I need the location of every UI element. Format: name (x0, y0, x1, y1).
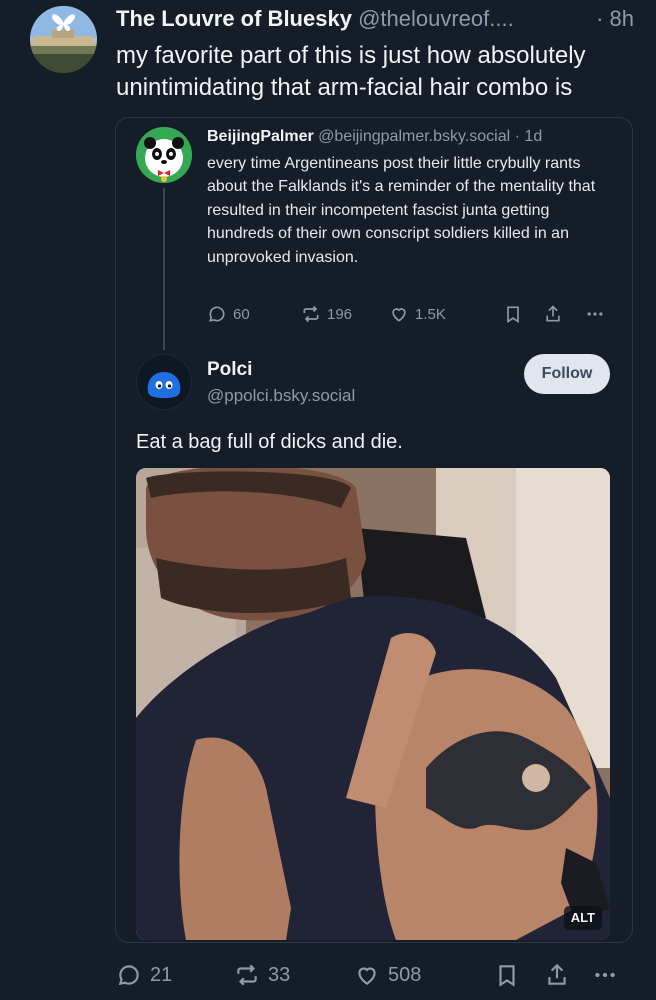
post-actions: 21 33 508 (116, 960, 636, 990)
thread-connector-line (163, 188, 165, 350)
quote-reply-count: 60 (233, 305, 250, 323)
reply-author-name[interactable]: Polci (207, 358, 252, 382)
like-icon (358, 967, 376, 985)
reply-text: Eat a bag full of dicks and die. (136, 431, 403, 453)
reply-author-handle[interactable]: @ppolci.bsky.social (207, 384, 355, 408)
repost-count: 33 (268, 963, 291, 986)
bookmark-button[interactable] (494, 960, 520, 990)
reply-author-avatar[interactable] (136, 354, 192, 410)
post: The Louvre of Bluesky @thelouvreof.... ·… (0, 0, 656, 1000)
follow-button[interactable]: Follow (524, 354, 610, 394)
quote-reply-button[interactable]: 60 (207, 301, 250, 327)
like-icon (392, 308, 406, 322)
share-icon (546, 305, 560, 322)
quote-bookmark-button[interactable] (503, 301, 523, 327)
panda-avatar-image (136, 127, 192, 183)
quote-author-handle[interactable]: @beijingpalmer.bsky.social (318, 128, 510, 145)
blob-avatar-image (147, 372, 181, 398)
like-count: 508 (388, 963, 422, 986)
post-time[interactable]: · 8h (596, 4, 634, 34)
post-header: The Louvre of Bluesky @thelouvreof.... (116, 4, 636, 34)
repost-icon (303, 305, 319, 323)
post-text: my favorite part of this is just how abs… (116, 42, 586, 101)
author-name[interactable]: The Louvre of Bluesky (116, 6, 352, 31)
quote-actions: 60 196 1.5K (207, 301, 617, 327)
photo-image (136, 468, 610, 940)
reply-icon (118, 965, 139, 986)
reply-count: 21 (150, 963, 173, 986)
quoted-thread[interactable]: BeijingPalmer @beijingpalmer.bsky.social… (115, 117, 633, 943)
repost-button[interactable]: 33 (234, 960, 290, 990)
quote-header: BeijingPalmer @beijingpalmer.bsky.social… (207, 126, 542, 148)
more-icon (587, 312, 603, 316)
reply-button[interactable]: 21 (116, 960, 172, 990)
quote-like-button[interactable]: 1.5K (389, 301, 446, 327)
share-icon (548, 963, 566, 985)
bookmark-icon (507, 306, 519, 324)
quote-repost-count: 196 (327, 305, 353, 323)
quote-like-count: 1.5K (415, 305, 446, 323)
author-handle[interactable]: @thelouvreof.... (358, 6, 514, 31)
like-button[interactable]: 508 (354, 960, 421, 990)
reply-icon (209, 306, 225, 322)
quote-share-button[interactable] (543, 301, 563, 327)
repost-icon (237, 964, 257, 986)
more-options-button[interactable] (592, 960, 618, 990)
quote-text: every time Argentineans post their littl… (207, 155, 596, 266)
quote-author-avatar[interactable] (136, 127, 192, 183)
bookmark-icon (499, 965, 515, 987)
share-button[interactable] (544, 960, 570, 990)
attached-photo[interactable]: ALT (136, 468, 610, 940)
author-avatar[interactable] (30, 6, 97, 73)
quote-author-name[interactable]: BeijingPalmer (207, 128, 314, 145)
quote-more-button[interactable] (585, 301, 605, 327)
alt-text-badge[interactable]: ALT (563, 906, 602, 930)
quote-time[interactable]: · 1d (515, 128, 543, 145)
quote-repost-button[interactable]: 196 (301, 301, 352, 327)
more-icon (595, 972, 615, 978)
avatar-louvre-image (30, 6, 97, 73)
